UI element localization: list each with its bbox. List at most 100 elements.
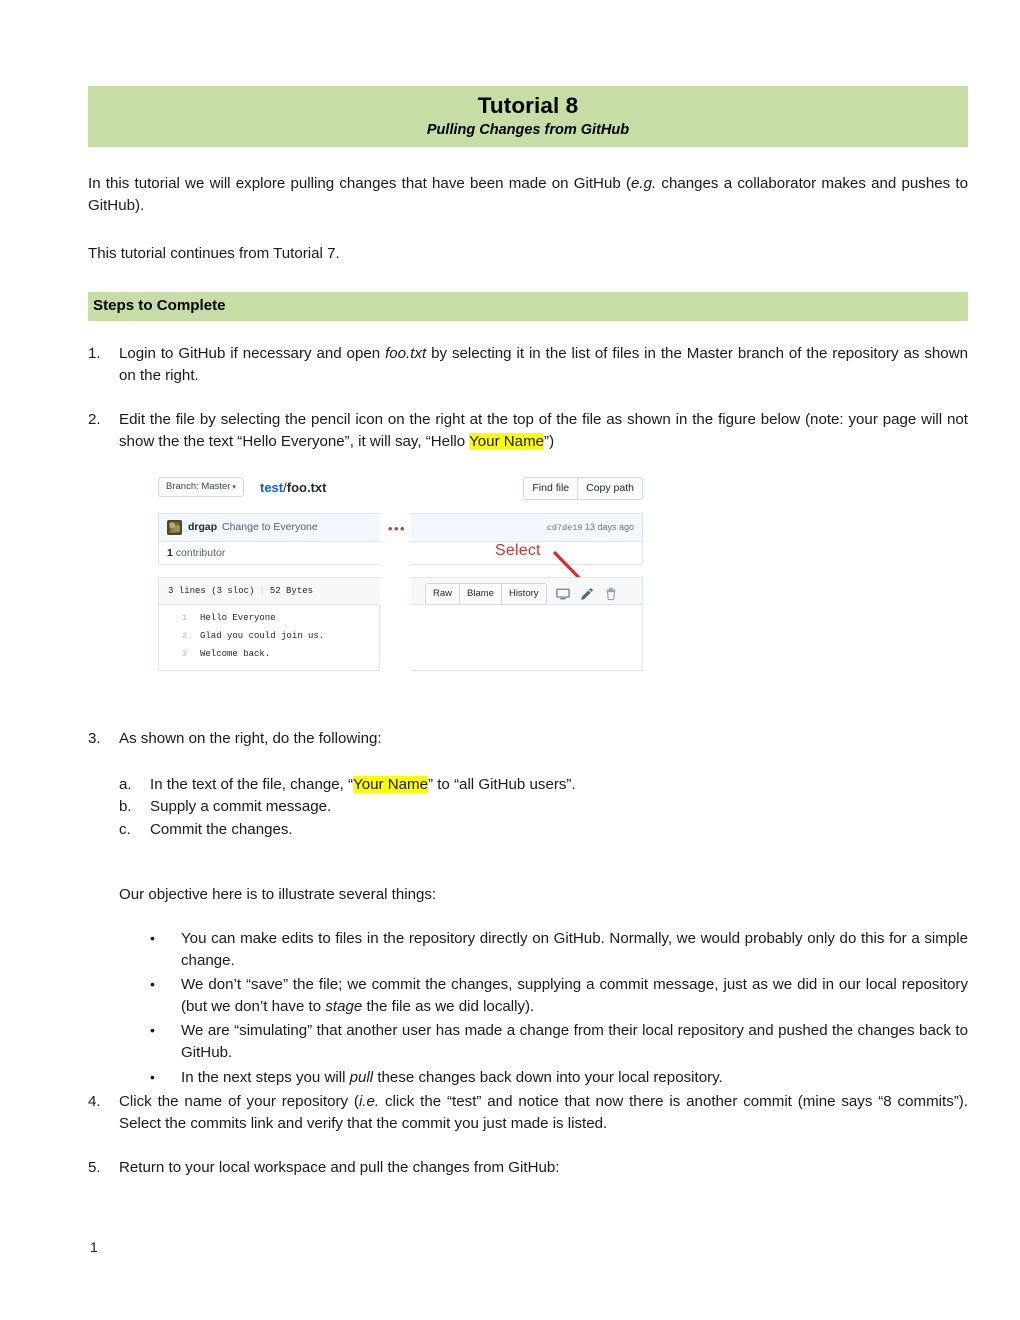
title-banner: Tutorial 8 Pulling Changes from GitHub	[88, 86, 968, 147]
breadcrumb-filename: foo.txt	[286, 480, 327, 496]
step4-text-a: Click the name of your repository (	[119, 1092, 359, 1110]
intro-eg-emphasis: e.g.	[631, 174, 657, 192]
step-number-2: 2.	[88, 410, 101, 428]
page-subtitle: Pulling Changes from GitHub	[426, 121, 630, 138]
bullet-text: In the next steps you will pull these ch…	[181, 1067, 968, 1089]
section-banner-label: Steps to Complete	[93, 297, 226, 315]
open-in-desktop-icon[interactable]	[556, 587, 571, 602]
file-code-block-right-crop	[411, 605, 643, 672]
bullet-dot-icon: •	[150, 1022, 155, 1039]
continues-paragraph: This tutorial continues from Tutorial 7.	[88, 245, 340, 263]
file-line-count: 3 lines (3 sloc)	[168, 586, 255, 597]
bullet-3-em: pull	[349, 1068, 374, 1086]
file-actions-bar-right: Raw Blame History	[411, 577, 643, 606]
commit-message[interactable]: Change to Everyone	[222, 521, 318, 535]
step-item-4: 4. Click the name of your repository (i.…	[88, 1091, 968, 1135]
crop-ellipsis-icon: •••	[387, 521, 407, 537]
sublist-item-a: a. In the text of the file, change, “You…	[119, 774, 968, 797]
copy-path-button[interactable]: Copy path	[577, 478, 642, 499]
file-header-buttons: Find file Copy path	[523, 477, 643, 500]
step2-text-b: ”)	[544, 433, 555, 451]
file-size: 52 Bytes	[269, 586, 314, 597]
step1-text-a: Login to GitHub if necessary and open	[119, 344, 386, 362]
code-line-content: Welcome back.	[200, 649, 271, 660]
bullet-item: • We are “simulating” that another user …	[150, 1020, 968, 1064]
edit-pencil-icon[interactable]	[580, 587, 595, 602]
document-content: Tutorial 8 Pulling Changes from GitHub I…	[88, 86, 968, 1179]
breadcrumb-repo-link[interactable]: test	[260, 480, 283, 495]
bullet-dot-icon: •	[150, 975, 155, 992]
sublist-marker-b: b.	[119, 798, 132, 816]
document-page: Tutorial 8 Pulling Changes from GitHub I…	[0, 0, 1020, 1320]
contributors-text: 1 contributor	[167, 547, 225, 561]
github-file-view-figure: Branch: Master ▾ test/foo.txt Find file C…	[158, 477, 643, 682]
file-stats-separator: |	[259, 586, 265, 597]
bullet-3-a: In the next steps you will	[181, 1068, 350, 1086]
file-code-block: 1 Hello Everyone 2 Glad you could join u…	[158, 605, 381, 672]
sublist-a-text-a: In the text of the file, change, “	[150, 775, 354, 793]
step-text-4: Click the name of your repository (i.e. …	[119, 1091, 968, 1135]
bullet-dot-icon: •	[150, 1068, 155, 1085]
bullet-item: • We don’t “save” the file; we commit th…	[150, 974, 968, 1018]
bullet-item: • In the next steps you will pull these …	[150, 1067, 968, 1089]
step-3-sublist: a. In the text of the file, change, “You…	[119, 774, 968, 843]
branch-selector-button[interactable]: Branch: Master ▾	[158, 477, 244, 497]
sublist-text-b: Supply a commit message.	[150, 798, 332, 816]
step-text-2: Edit the file by selecting the pencil ic…	[119, 409, 968, 453]
select-annotation-label: Select	[495, 542, 541, 560]
bullet-3-b: these changes back down into your local …	[373, 1068, 723, 1086]
bullet-0-a: You can make edits to files in the repos…	[181, 929, 968, 969]
step-number-3: 3.	[88, 730, 101, 748]
commit-sha[interactable]: cd7de19	[547, 523, 583, 533]
step-item-2: 2. Edit the file by selecting the pencil…	[88, 409, 968, 453]
code-line-number: 3	[181, 649, 187, 660]
commit-author[interactable]: drgap	[188, 521, 217, 535]
bullet-text: We don’t “save” the file; we commit the …	[181, 974, 968, 1018]
objective-paragraph: Our objective here is to illustrate seve…	[119, 886, 437, 904]
find-file-button[interactable]: Find file	[524, 478, 578, 499]
step-text-3: As shown on the right, do the following:	[119, 730, 382, 748]
file-view-button-group: Raw Blame History	[425, 583, 547, 605]
contributors-label: contributor	[172, 547, 226, 560]
step4-em: i.e.	[358, 1092, 380, 1110]
sublist-marker-a: a.	[119, 775, 132, 793]
branch-selector-label: Branch: Master	[166, 481, 231, 493]
commit-timestamp: 13 days ago	[584, 522, 634, 533]
chevron-down-icon: ▾	[232, 484, 236, 492]
file-stats: 3 lines (3 sloc) | 52 Bytes	[168, 586, 313, 597]
steps-list: 1. Login to GitHub if necessary and open…	[88, 343, 968, 454]
sublist-item-b: b. Supply a commit message.	[119, 796, 968, 819]
delete-trash-icon[interactable]	[604, 587, 619, 602]
bullet-dot-icon: •	[150, 929, 155, 946]
bullet-2-a: We are “simulating” that another user ha…	[181, 1022, 968, 1062]
code-line-number: 1	[181, 613, 187, 624]
bullet-text: We are “simulating” that another user ha…	[181, 1020, 968, 1064]
code-line: 3 Welcome back.	[159, 645, 381, 663]
code-line: 1 Hello Everyone	[159, 609, 381, 627]
intro-text-a: In this tutorial we will explore pulling…	[88, 174, 631, 192]
sublist-marker-c: c.	[119, 821, 131, 839]
step-number-5: 5.	[88, 1159, 101, 1177]
latest-commit-bar-left: drgap Change to Everyone	[158, 513, 380, 542]
step-text-5: Return to your local workspace and pull …	[119, 1159, 560, 1177]
step-number-4: 4.	[88, 1092, 101, 1110]
contributors-bar-left: 1 contributor	[158, 541, 380, 566]
page-title: Tutorial 8	[477, 93, 579, 118]
code-line-content: Glad you could join us.	[200, 631, 325, 642]
breadcrumb: test/foo.txt	[260, 479, 326, 497]
step-item-3: 3. As shown on the right, do the followi…	[88, 728, 968, 750]
desktop-icon-svg	[556, 588, 570, 600]
raw-button[interactable]: Raw	[426, 584, 460, 604]
step-item-1: 1. Login to GitHub if necessary and open…	[88, 343, 968, 387]
pencil-icon-svg	[581, 588, 593, 600]
sublist-text-a: In the text of the file, change, “Your N…	[150, 774, 576, 797]
trash-icon-svg	[606, 587, 616, 601]
step-number-1: 1.	[88, 344, 101, 362]
step-text-1: Login to GitHub if necessary and open fo…	[119, 343, 968, 387]
history-button[interactable]: History	[500, 584, 546, 604]
file-actions: Raw Blame History	[425, 583, 619, 605]
blame-button[interactable]: Blame	[459, 584, 501, 604]
latest-commit-bar-right: cd7de19 13 days ago	[411, 513, 643, 542]
sublist-item-c: c. Commit the changes.	[119, 819, 968, 842]
code-line-number: 2	[181, 631, 187, 642]
